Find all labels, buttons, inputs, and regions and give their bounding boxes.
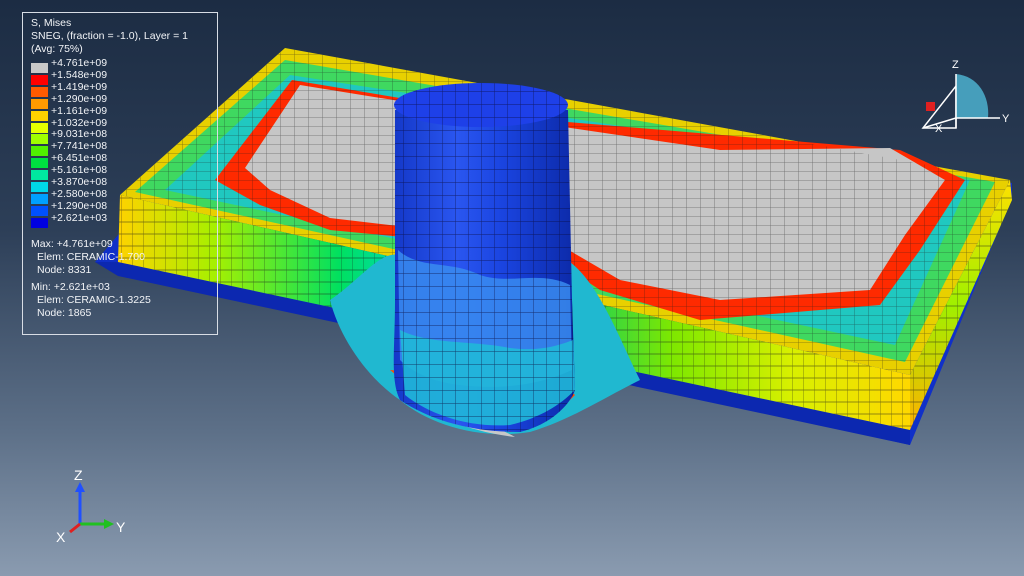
view-cube-x-label: X — [935, 123, 943, 135]
legend-subtitle: SNEG, (fraction = -1.0), Layer = 1 — [31, 30, 188, 42]
x-axis-label: X — [56, 529, 66, 545]
legend-value-label: +2.621e+03 — [51, 211, 108, 224]
view-cube-z-label: Z — [952, 59, 959, 71]
legend-color-cell — [31, 122, 48, 133]
view-cube-y-label: Y — [1002, 113, 1010, 125]
legend-max: Max: +4.761e+09 — [31, 238, 113, 250]
legend-color-cell — [31, 193, 48, 204]
legend-min: Min: +2.621e+03 — [31, 281, 110, 293]
y-axis-arrow — [104, 519, 114, 529]
legend-value-label: +1.161e+09 — [51, 104, 108, 117]
legend-color-cell — [31, 63, 48, 73]
legend-color-cell — [31, 74, 48, 85]
legend-title: S, Mises — [31, 17, 72, 29]
legend-max-node: Node: 8331 — [37, 264, 92, 276]
legend-color-cell — [31, 182, 48, 192]
legend-value-label: +1.290e+09 — [51, 92, 108, 105]
legend-value-label: +9.031e+08 — [51, 128, 108, 141]
legend-value-label: +1.548e+09 — [51, 68, 108, 81]
legend-min-elem: Elem: CERAMIC-1.3225 — [37, 294, 151, 306]
legend-color-cell — [31, 86, 48, 97]
legend-value-label: +1.290e+08 — [51, 199, 108, 212]
z-axis-arrow — [75, 482, 85, 492]
x-axis-line — [69, 522, 81, 534]
legend-value-label: +1.032e+09 — [51, 116, 108, 129]
legend-value-label: +1.419e+09 — [51, 80, 108, 93]
view-cube-x-marker — [926, 102, 935, 111]
legend-value-label: +3.870e+08 — [51, 176, 108, 188]
legend-color-cell — [31, 110, 48, 121]
legend-value-label: +2.580e+08 — [51, 187, 108, 200]
legend-color-cell — [31, 158, 48, 169]
legend-color-cell — [31, 146, 48, 157]
legend-color-cell — [31, 98, 48, 109]
projectile-body-mesh — [393, 110, 575, 432]
projectile-top-mesh — [394, 83, 568, 127]
legend-color-cell — [31, 170, 48, 181]
z-axis-label: Z — [74, 467, 83, 483]
legend-color-cell — [31, 217, 48, 228]
legend-min-node: Node: 1865 — [37, 307, 92, 319]
view-cube-face — [956, 74, 989, 118]
legend-color-cell — [31, 205, 48, 216]
legend-averaging: (Avg: 75%) — [31, 43, 83, 55]
contour-legend: S, Mises SNEG, (fraction = -1.0), Layer … — [22, 12, 218, 335]
legend-value-label: +4.761e+09 — [51, 57, 108, 69]
legend-value-label: +7.741e+08 — [51, 140, 108, 153]
legend-value-label: +5.161e+08 — [51, 164, 108, 177]
y-axis-label: Y — [116, 519, 126, 535]
legend-color-cell — [31, 134, 48, 145]
view-cube[interactable]: Z Y X — [908, 56, 1018, 146]
axis-triad: Z Y X — [56, 467, 126, 545]
legend-max-elem: Elem: CERAMIC-1.700 — [37, 251, 145, 263]
legend-value-label: +6.451e+08 — [51, 152, 108, 165]
